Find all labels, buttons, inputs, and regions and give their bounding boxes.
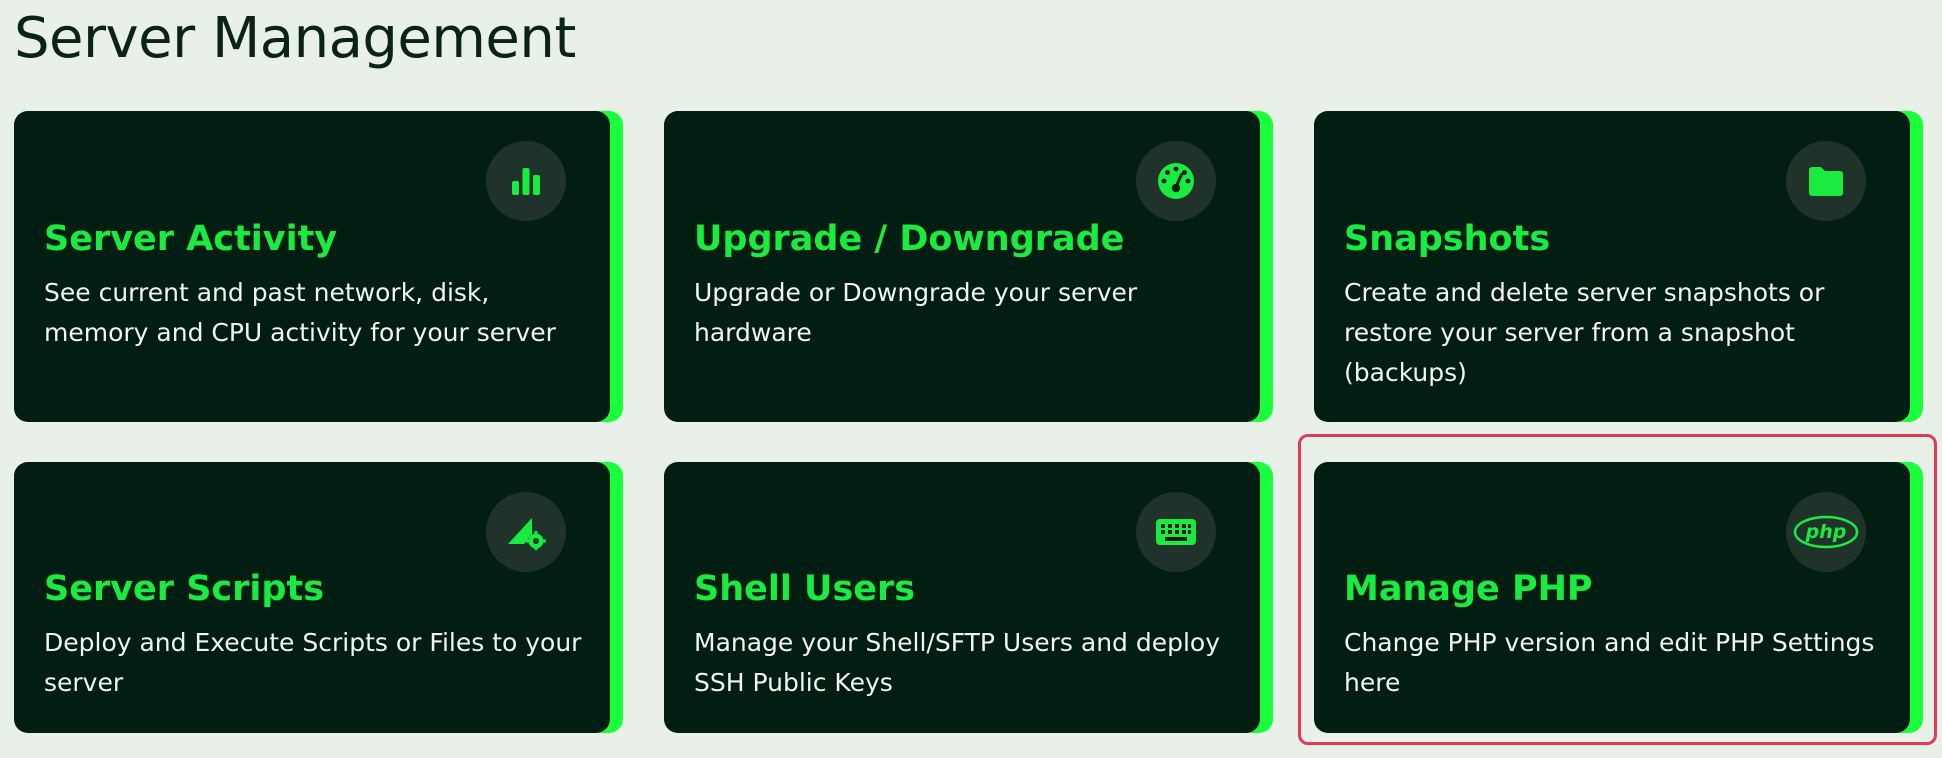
keyboard-icon bbox=[1136, 492, 1216, 572]
card-server-activity[interactable]: Server Activity See current and past net… bbox=[14, 111, 623, 422]
card-description: Deploy and Execute Scripts or Files to y… bbox=[44, 628, 582, 697]
card-description: Manage your Shell/SFTP Users and deploy … bbox=[694, 628, 1221, 697]
folder-icon bbox=[1786, 141, 1866, 221]
script-gear-icon bbox=[486, 492, 566, 572]
card-title: Upgrade / Downgrade bbox=[694, 219, 1125, 259]
card-title: Shell Users bbox=[694, 569, 916, 609]
card-server-scripts[interactable]: Server Scripts Deploy and Execute Script… bbox=[14, 462, 623, 733]
server-management-page: Server Management Server Activity See cu… bbox=[0, 0, 1942, 758]
card-title: Server Activity bbox=[44, 219, 338, 259]
card-description: Change PHP version and edit PHP Settings… bbox=[1344, 628, 1875, 697]
card-shell-users[interactable]: Shell Users Manage your Shell/SFTP Users… bbox=[664, 462, 1273, 733]
bar-chart-icon bbox=[486, 141, 566, 221]
card-title: Manage PHP bbox=[1344, 569, 1593, 609]
card-description: Upgrade or Downgrade your server hardwar… bbox=[694, 278, 1138, 347]
card-description: Create and delete server snapshots or re… bbox=[1344, 278, 1825, 387]
php-icon: php bbox=[1786, 492, 1866, 572]
card-description: See current and past network, disk, memo… bbox=[44, 278, 556, 347]
card-manage-php[interactable]: php Manage PHP Change PHP version and ed… bbox=[1314, 462, 1923, 733]
php-icon-text: php bbox=[1805, 521, 1847, 543]
gauge-icon bbox=[1136, 141, 1216, 221]
card-upgrade-downgrade[interactable]: Upgrade / Downgrade Upgrade or Downgrade… bbox=[664, 111, 1273, 422]
page-title: Server Management bbox=[14, 6, 576, 71]
card-title: Snapshots bbox=[1344, 219, 1551, 259]
card-title: Server Scripts bbox=[44, 569, 325, 609]
card-snapshots[interactable]: Snapshots Create and delete server snaps… bbox=[1314, 111, 1923, 422]
